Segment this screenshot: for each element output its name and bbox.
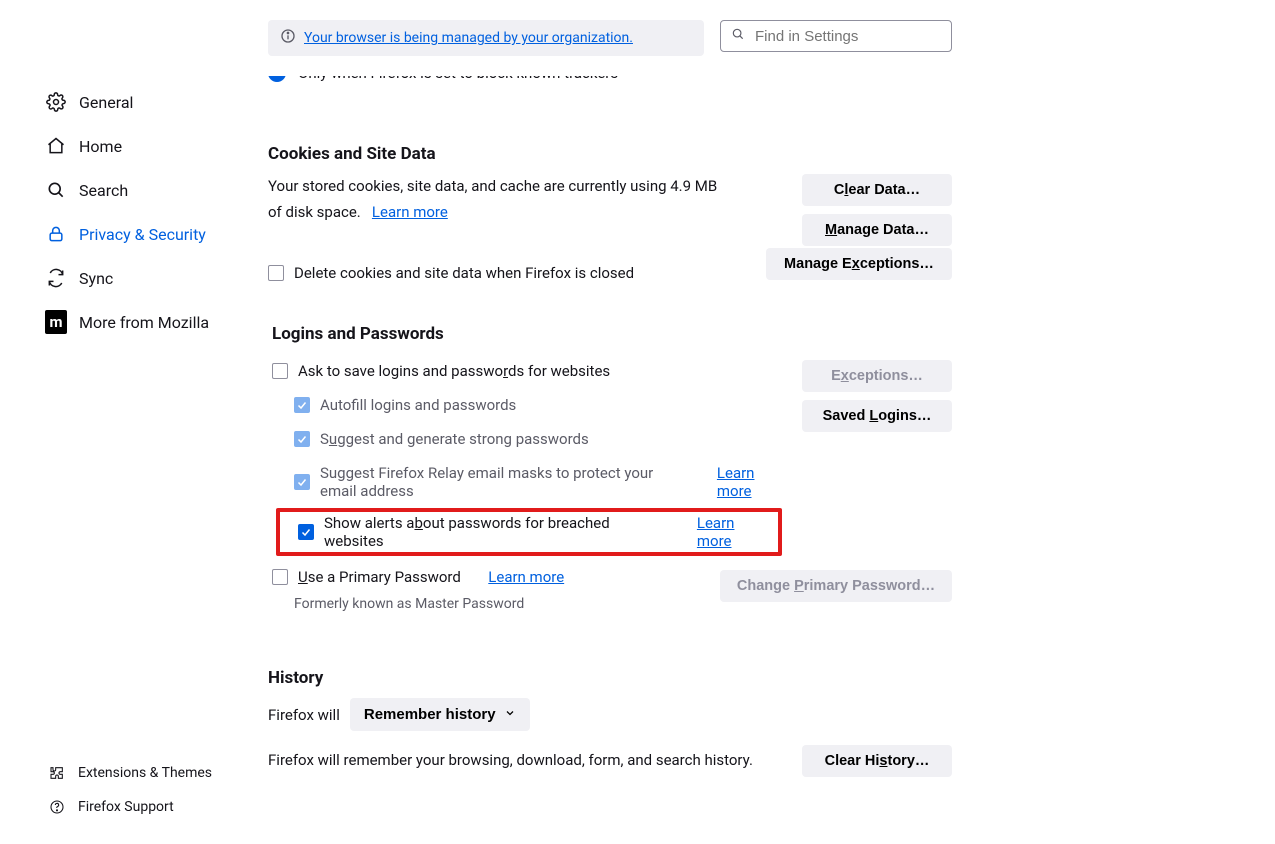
sidebar-item-label: Home (79, 137, 122, 156)
sidebar-item-search[interactable]: Search (0, 168, 252, 212)
org-managed-link[interactable]: Your browser is being managed by your or… (304, 30, 633, 46)
org-managed-banner: Your browser is being managed by your or… (268, 20, 704, 56)
sidebar-item-extensions[interactable]: Extensions & Themes (0, 756, 252, 790)
autofill-label: Autofill logins and passwords (320, 396, 516, 414)
info-icon (280, 28, 296, 48)
sidebar-item-label: More from Mozilla (79, 313, 209, 332)
help-icon (48, 798, 66, 816)
change-primary-password-button[interactable]: Change Primary Password… (720, 570, 952, 602)
manage-exceptions-button[interactable]: Manage Exceptions… (766, 248, 952, 280)
cut-radio-label: Only when Firefox is set to block known … (298, 76, 618, 82)
home-icon (45, 135, 67, 157)
cookies-heading: Cookies and Site Data (268, 144, 952, 164)
radio-selected-icon[interactable] (268, 76, 286, 82)
cookies-desc: Your stored cookies, site data, and cach… (268, 177, 717, 221)
gear-icon (45, 91, 67, 113)
primary-password-note: Formerly known as Master Password (268, 596, 564, 612)
sidebar-item-privacy[interactable]: Privacy & Security (0, 212, 252, 256)
breach-alerts-highlight: Show alerts about passwords for breached… (276, 508, 782, 556)
cut-off-row: Only when Firefox is set to block known … (268, 76, 952, 102)
sidebar-item-home[interactable]: Home (0, 124, 252, 168)
clear-history-button[interactable]: Clear History… (802, 745, 952, 777)
ask-save-logins-label: Ask to save logins and passwords for web… (298, 362, 610, 380)
sidebar-item-support[interactable]: Firefox Support (0, 790, 252, 824)
ask-save-logins-checkbox[interactable] (272, 363, 288, 379)
sidebar-item-sync[interactable]: Sync (0, 256, 252, 300)
breach-alerts-label: Show alerts about passwords for breached… (324, 514, 669, 550)
saved-logins-button[interactable]: Saved Logins… (802, 400, 952, 432)
cookies-learn-more[interactable]: Learn more (372, 203, 448, 221)
search-icon (45, 179, 67, 201)
sidebar-item-general[interactable]: General (0, 80, 252, 124)
clear-data-button[interactable]: Clear Data… (802, 174, 952, 206)
manage-data-button[interactable]: Manage Data… (802, 214, 952, 246)
login-exceptions-button[interactable]: Exceptions… (802, 360, 952, 392)
relay-label: Suggest Firefox Relay email masks to pro… (320, 464, 689, 500)
breach-alerts-checkbox[interactable] (298, 524, 314, 540)
mozilla-icon: m (45, 311, 67, 333)
relay-checkbox[interactable] (294, 474, 310, 490)
autofill-checkbox[interactable] (294, 397, 310, 413)
sidebar-item-label: Firefox Support (78, 799, 174, 815)
delete-cookies-checkbox[interactable] (268, 265, 284, 281)
lock-icon (45, 223, 67, 245)
primary-password-label: Use a Primary Password (298, 568, 461, 586)
sidebar-item-label: Privacy & Security (79, 225, 206, 244)
history-heading: History (268, 668, 952, 688)
suggest-strong-checkbox[interactable] (294, 431, 310, 447)
delete-cookies-label: Delete cookies and site data when Firefo… (294, 264, 634, 282)
history-firefox-will-label: Firefox will (268, 706, 340, 724)
history-desc: Firefox will remember your browsing, dow… (268, 748, 753, 774)
sidebar-item-label: Extensions & Themes (78, 765, 212, 781)
relay-learn-more[interactable]: Learn more (717, 464, 782, 500)
logins-heading: Logins and Passwords (272, 324, 952, 344)
sidebar-item-label: General (79, 93, 133, 112)
sync-icon (45, 267, 67, 289)
settings-search[interactable] (720, 20, 952, 52)
sidebar-item-label: Search (79, 181, 128, 200)
chevron-down-icon (504, 706, 516, 723)
search-icon (731, 27, 745, 45)
sidebar-item-more-mozilla[interactable]: m More from Mozilla (0, 300, 252, 344)
breach-learn-more[interactable]: Learn more (697, 514, 772, 550)
history-mode-select[interactable]: Remember history (350, 698, 530, 731)
primary-password-checkbox[interactable] (272, 569, 288, 585)
sidebar-item-label: Sync (79, 269, 113, 288)
puzzle-icon (48, 764, 66, 782)
settings-search-input[interactable] (753, 27, 956, 46)
suggest-strong-label: Suggest and generate strong passwords (320, 430, 589, 448)
primary-learn-more[interactable]: Learn more (488, 568, 564, 586)
